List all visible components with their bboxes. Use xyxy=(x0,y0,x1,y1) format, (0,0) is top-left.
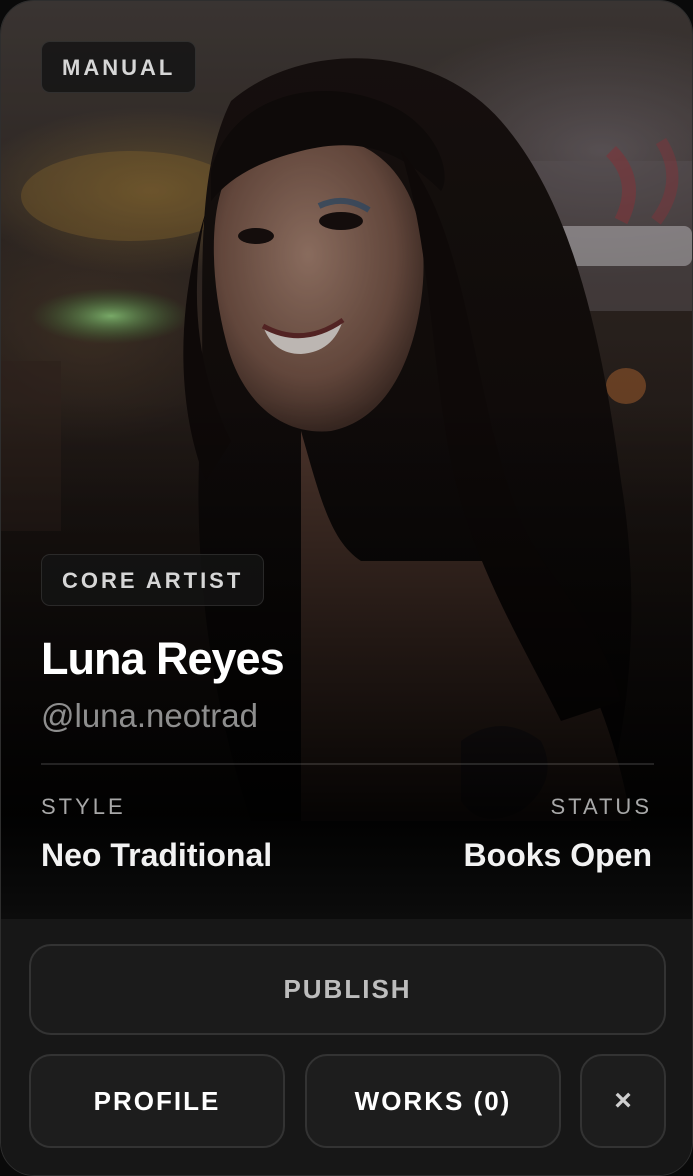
artist-name: Luna Reyes xyxy=(41,633,285,684)
artist-photo: MANUAL CORE ARTIST Luna Reyes @luna.neot… xyxy=(1,1,692,919)
style-value: Neo Traditional xyxy=(41,837,273,873)
close-icon: × xyxy=(614,1084,632,1117)
artist-card: MANUAL CORE ARTIST Luna Reyes @luna.neot… xyxy=(0,0,693,1176)
role-badge: CORE ARTIST xyxy=(41,554,265,606)
close-button[interactable]: × xyxy=(580,1054,666,1148)
status-value: Books Open xyxy=(463,837,652,873)
source-badge: MANUAL xyxy=(41,41,197,93)
status-label: STATUS xyxy=(550,794,652,819)
artist-handle: @luna.neotrad xyxy=(41,697,258,734)
works-button[interactable]: WORKS (0) xyxy=(305,1054,561,1148)
divider xyxy=(41,763,654,765)
action-bar: PUBLISH PROFILE WORKS (0) × xyxy=(1,919,692,1175)
profile-button[interactable]: PROFILE xyxy=(29,1054,285,1148)
publish-button[interactable]: PUBLISH xyxy=(29,944,666,1035)
style-label: STYLE xyxy=(41,794,126,819)
